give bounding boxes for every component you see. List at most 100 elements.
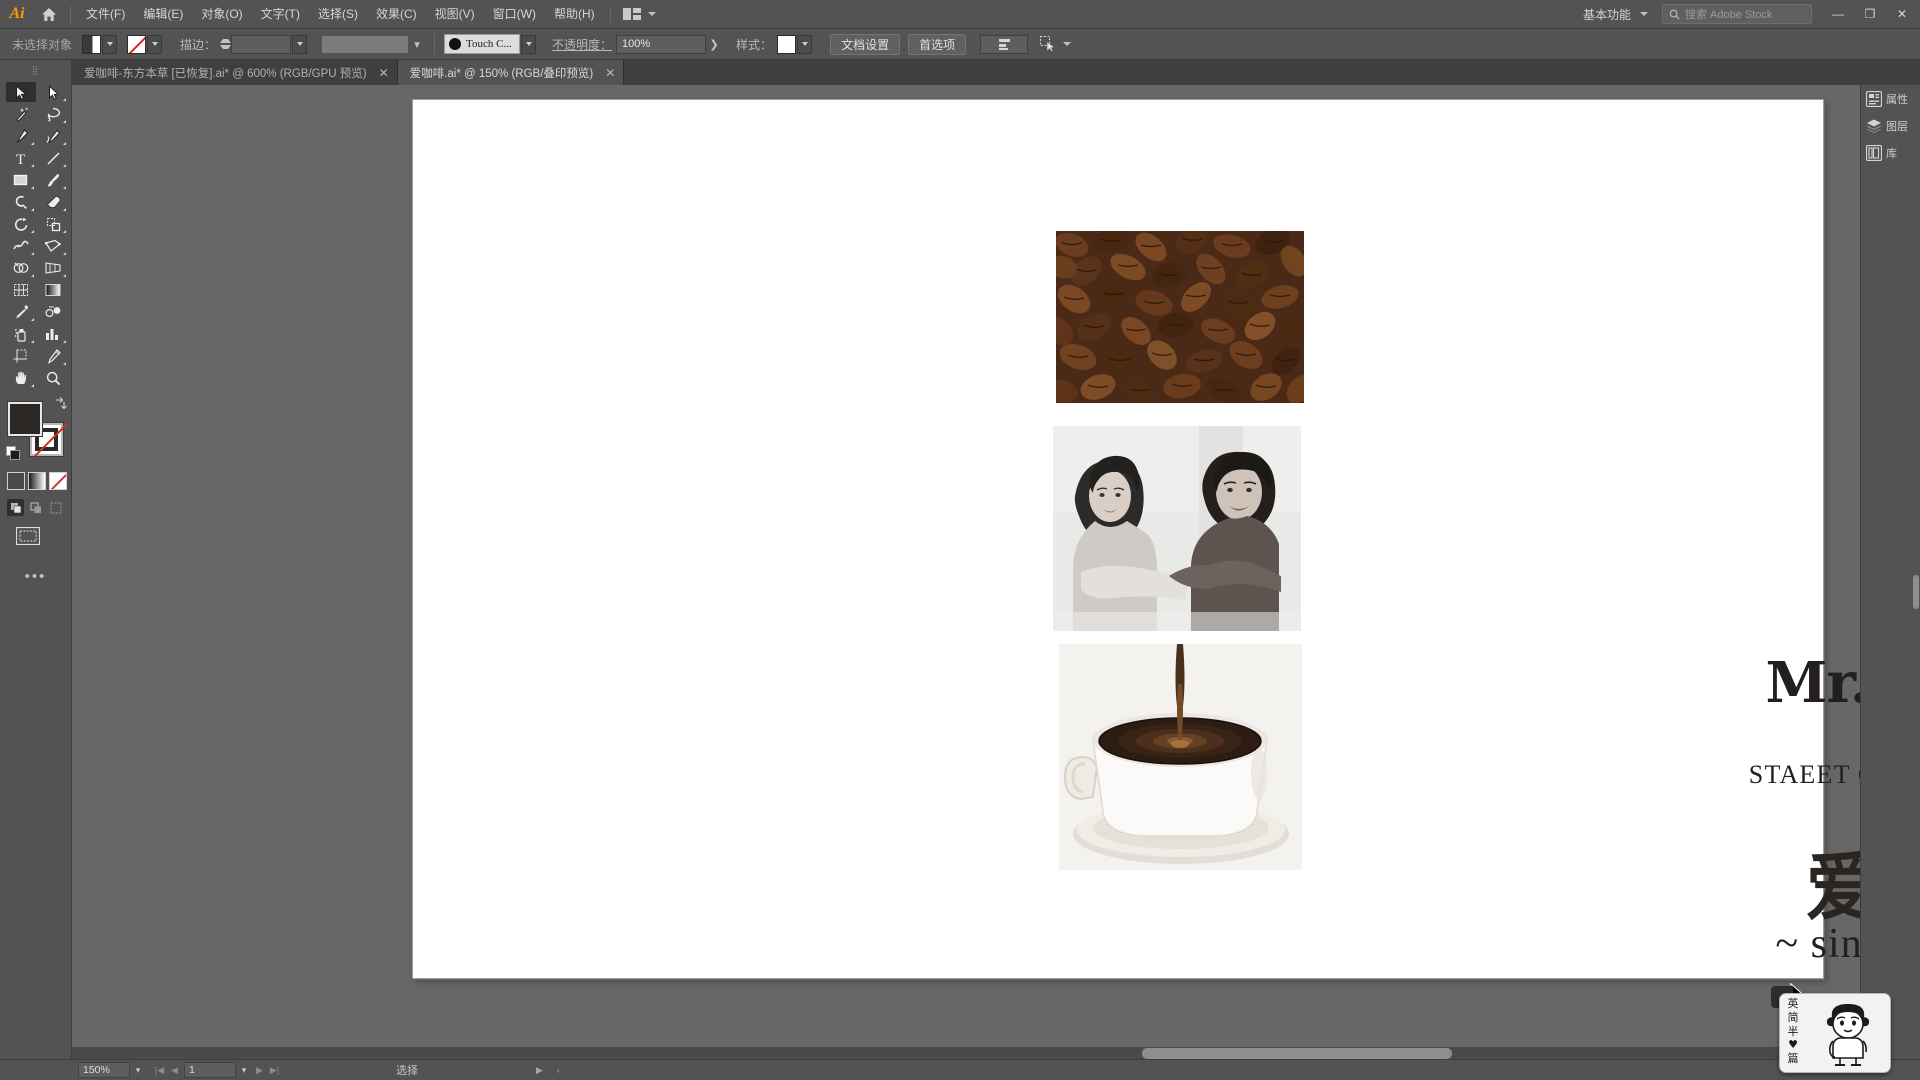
pen-tool[interactable] [6, 126, 36, 146]
document-tab-2-close-icon[interactable]: ✕ [605, 66, 615, 80]
fill-swatch[interactable] [82, 34, 102, 54]
stroke-color-control[interactable] [127, 34, 163, 54]
menu-type[interactable]: 文字(T) [252, 0, 309, 29]
menu-edit[interactable]: 编辑(E) [134, 0, 192, 29]
menu-file[interactable]: 文件(F) [77, 0, 134, 29]
default-fill-stroke-icon[interactable] [6, 446, 22, 462]
previous-artboard-icon[interactable]: ◀ [167, 1065, 182, 1076]
rectangle-tool[interactable] [6, 170, 36, 190]
magic-wand-tool[interactable] [6, 104, 36, 124]
lasso-tool[interactable] [38, 104, 68, 124]
preferences-button[interactable]: 首选项 [908, 33, 967, 55]
zoom-level-input[interactable]: 150% [78, 1062, 130, 1078]
stroke-weight-input[interactable] [231, 34, 292, 54]
horizontal-scrollbar-thumb[interactable] [1142, 1048, 1452, 1059]
dock-item-layers[interactable]: 图层 [1861, 112, 1920, 139]
draw-normal-icon[interactable] [7, 499, 24, 516]
artboard-tool[interactable] [6, 346, 36, 366]
align-panel-button[interactable] [980, 34, 1029, 54]
color-mode-none[interactable] [49, 472, 67, 490]
draw-behind-icon[interactable] [27, 499, 44, 516]
restore-button[interactable]: ❐ [1854, 0, 1886, 29]
menu-select[interactable]: 选择(S) [309, 0, 367, 29]
draw-inside-icon[interactable] [47, 499, 64, 516]
zoom-tool[interactable] [38, 368, 68, 388]
selection-tool[interactable] [6, 82, 36, 102]
screen-mode-button[interactable] [0, 516, 71, 550]
dock-item-properties[interactable]: 属性 [1861, 85, 1920, 112]
next-artboard-icon[interactable]: ▶ [252, 1065, 267, 1076]
stroke-dropdown-icon[interactable] [147, 34, 163, 54]
ime-mode-halfwidth[interactable]: 半 [1788, 1025, 1799, 1039]
shape-builder-tool[interactable] [6, 258, 36, 278]
status-expand-icon[interactable]: ‹ [557, 1065, 560, 1075]
couple-photo[interactable] [1053, 426, 1301, 631]
paintbrush-tool[interactable] [38, 170, 68, 190]
opacity-dropdown-icon[interactable]: ❯ [706, 35, 722, 54]
stock-search-input[interactable]: 搜索 Adobe Stock [1662, 4, 1812, 24]
free-transform-tool[interactable] [38, 236, 68, 256]
touch-type-button[interactable]: Touch C... [444, 34, 521, 54]
coffee-beans-photo[interactable] [1056, 231, 1304, 403]
menu-window[interactable]: 窗口(W) [484, 0, 545, 29]
graphic-style-swatch[interactable] [777, 34, 797, 54]
menu-object[interactable]: 对象(O) [192, 0, 251, 29]
fill-color-control[interactable] [82, 34, 118, 54]
eraser-tool[interactable] [38, 192, 68, 212]
stroke-weight-stepper[interactable] [220, 35, 232, 53]
ime-status-widget[interactable]: 英 简 半 ♥ 篇 [1779, 993, 1891, 1073]
scale-tool[interactable] [38, 214, 68, 234]
document-tab-1-close-icon[interactable]: ✕ [379, 66, 389, 80]
zoom-level-dropdown-icon[interactable]: ▾ [130, 1062, 146, 1079]
current-tool-label[interactable]: 选择 [396, 1062, 418, 1078]
stroke-swatch[interactable] [127, 34, 147, 54]
shaper-tool[interactable] [6, 192, 36, 212]
brush-definition-preview[interactable] [321, 34, 410, 54]
touch-type-dropdown-icon[interactable] [521, 34, 537, 54]
gradient-tool[interactable] [38, 280, 68, 300]
opacity-label[interactable]: 不透明度： [552, 36, 612, 53]
stroke-weight-dropdown-icon[interactable] [292, 34, 308, 54]
document-tab-2[interactable]: 爱咖啡.ai* @ 150% (RGB/叠印预览) ✕ [397, 60, 625, 85]
fill-color-box[interactable] [8, 402, 42, 436]
workspace-chevron-icon[interactable] [1640, 12, 1648, 16]
fill-dropdown-icon[interactable] [102, 34, 118, 54]
ime-mode-article[interactable]: 篇 [1788, 1052, 1799, 1066]
perspective-grid-tool[interactable] [38, 258, 68, 278]
menu-help[interactable]: 帮助(H) [545, 0, 604, 29]
home-icon[interactable] [34, 0, 64, 29]
workspace-switcher-button[interactable] [617, 6, 656, 22]
column-graph-tool[interactable] [38, 324, 68, 344]
line-segment-tool[interactable] [38, 148, 68, 168]
dock-item-libraries[interactable]: 库 [1861, 139, 1920, 166]
artboard-number-input[interactable]: 1 [184, 1062, 236, 1078]
direct-selection-tool[interactable] [38, 82, 68, 102]
color-mode-solid[interactable] [7, 472, 25, 490]
hand-tool[interactable] [6, 368, 36, 388]
last-artboard-icon[interactable]: ▶| [267, 1065, 282, 1076]
ime-mode-simplified[interactable]: 简 [1788, 1011, 1799, 1025]
menu-view[interactable]: 视图(V) [426, 0, 484, 29]
rotate-tool[interactable] [6, 214, 36, 234]
menu-effect[interactable]: 效果(C) [367, 0, 426, 29]
tools-more-options[interactable]: ••• [0, 550, 71, 585]
width-tool[interactable] [6, 236, 36, 256]
artboard[interactable]: Mr.& Ms. STAEET CORNER COFFE 爱咖啡 ~ since… [412, 99, 1920, 979]
document-tab-1[interactable]: 爱咖啡-东方本草 [已恢复].ai* @ 600% (RGB/GPU 预览) ✕ [72, 60, 398, 85]
workspace-name-label[interactable]: 基本功能 [1579, 6, 1635, 23]
symbol-sprayer-tool[interactable] [6, 324, 36, 344]
close-button[interactable]: ✕ [1886, 0, 1918, 29]
artboard-number-dropdown-icon[interactable]: ▾ [236, 1062, 252, 1079]
coffee-cup-photo[interactable] [1059, 644, 1302, 870]
mesh-tool[interactable] [6, 280, 36, 300]
tools-panel-grip[interactable] [0, 60, 71, 80]
color-mode-gradient[interactable] [28, 472, 46, 490]
graphic-style-dropdown-icon[interactable] [797, 34, 813, 54]
select-similar-chevron-icon[interactable] [1063, 42, 1072, 46]
canvas-area[interactable]: Mr.& Ms. STAEET CORNER COFFE 爱咖啡 ~ since… [72, 85, 1920, 1060]
brush-definition-dropdown-icon[interactable]: ▾ [409, 35, 425, 54]
minimize-button[interactable]: — [1822, 0, 1854, 29]
eyedropper-tool[interactable] [6, 302, 36, 322]
panel-resize-handle[interactable] [1913, 575, 1919, 609]
type-tool[interactable]: T [6, 148, 36, 168]
